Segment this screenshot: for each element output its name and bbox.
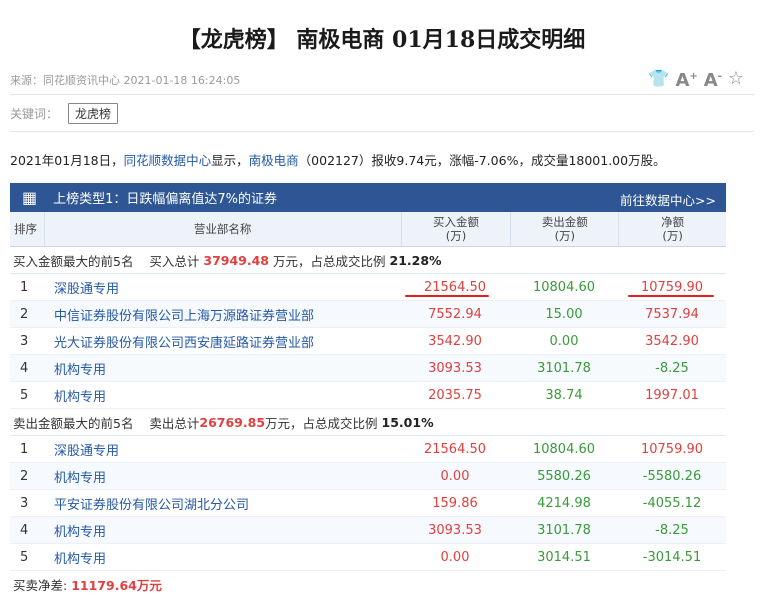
lhb-table: ▦ 上榜类型1：日跌幅偏离值达7%的证券 前往数据中心>> 排序 营业部名称 买… bbox=[10, 183, 726, 598]
sell-amount: 38.74 bbox=[545, 387, 583, 403]
net-amount: 3542.90 bbox=[645, 333, 699, 349]
rank-cell: 1 bbox=[20, 441, 29, 457]
net-amount: -8.25 bbox=[655, 522, 689, 538]
net-amount: -3014.51 bbox=[642, 549, 702, 565]
rank-cell: 4 bbox=[20, 522, 29, 538]
buy-amount: 159.86 bbox=[432, 495, 478, 511]
net-amount: -5580.26 bbox=[642, 468, 702, 484]
keywords-label: 关键词： bbox=[10, 107, 59, 121]
buy-amount: 3542.90 bbox=[428, 333, 482, 349]
net-difference: 买卖净差: 11179.64万元 bbox=[13, 578, 162, 593]
sell-amount: 3101.78 bbox=[537, 522, 591, 538]
buy-amount: 3093.53 bbox=[428, 360, 482, 376]
rank-cell: 5 bbox=[20, 549, 29, 565]
table-row: 2 中信证券股份有限公司上海万源路证券营业部 7552.94 15.00 7537.94 bbox=[10, 301, 726, 328]
table-row: 4 机构专用 3093.53 3101.78 -8.25 bbox=[10, 355, 726, 382]
keywords: 关键词： 龙虎榜 bbox=[10, 103, 119, 124]
keyword-tag[interactable]: 龙虎榜 bbox=[68, 103, 119, 124]
net-amount: 10759.90 bbox=[640, 279, 704, 295]
rank-cell: 4 bbox=[20, 360, 29, 376]
broker-link[interactable]: 平安证券股份有限公司湖北分公司 bbox=[40, 494, 400, 513]
sell-summary: 卖出金额最大的前5名 卖出总计 26769.85 万元，占总成交比例 15.01% bbox=[10, 409, 726, 436]
divider bbox=[10, 131, 754, 132]
buy-amount: 21564.50 bbox=[423, 441, 487, 457]
buy-amount: 3093.53 bbox=[428, 522, 482, 538]
rank-cell: 2 bbox=[20, 468, 29, 484]
broker-link[interactable]: 机构专用 bbox=[40, 386, 400, 405]
table-header-title: 上榜类型1：日跌幅偏离值达7%的证券 bbox=[53, 192, 278, 207]
data-center-link[interactable]: 同花顺数据中心 bbox=[124, 153, 212, 168]
data-center-more-link[interactable]: 前往数据中心>> bbox=[620, 190, 716, 209]
column-headers: 排序 营业部名称 买入金额 (万) 卖出金额 (万) 净额 (万) bbox=[10, 212, 726, 247]
table-row: 5 机构专用 2035.75 38.74 1997.01 bbox=[10, 382, 726, 409]
sell-amount: 15.00 bbox=[545, 306, 583, 322]
sell-rows: 1 深股通专用 21564.50 10804.60 10759.90 2 机构专用 0.00 5… bbox=[10, 436, 726, 571]
sell-amount: 3014.51 bbox=[537, 549, 591, 565]
rank-cell: 5 bbox=[20, 387, 29, 403]
col-rank: 排序 bbox=[14, 222, 37, 236]
col-buy: 买入金额 (万) bbox=[400, 212, 511, 246]
sell-amount: 5580.26 bbox=[537, 468, 591, 484]
article-title: 【龙虎榜】 南极电商 01月18日成交明细 bbox=[178, 27, 586, 53]
table-row: 1 深股通专用 21564.50 10804.60 10759.90 bbox=[10, 274, 726, 301]
broker-link[interactable]: 深股通专用 bbox=[40, 278, 400, 297]
table-row: 2 机构专用 0.00 5580.26 -5580.26 bbox=[10, 463, 726, 490]
net-amount: 10759.90 bbox=[640, 441, 704, 457]
broker-link[interactable]: 深股通专用 bbox=[40, 440, 400, 459]
rank-cell: 1 bbox=[20, 279, 29, 295]
table-row: 1 深股通专用 21564.50 10804.60 10759.90 bbox=[10, 436, 726, 463]
broker-link[interactable]: 机构专用 bbox=[40, 548, 400, 567]
broker-link[interactable]: 机构专用 bbox=[40, 359, 400, 378]
font-increase-icon[interactable]: A+ bbox=[675, 66, 697, 92]
font-decrease-icon[interactable]: A- bbox=[704, 66, 722, 92]
sell-amount: 10804.60 bbox=[532, 441, 596, 457]
article-description: 2021年01月18日，同花顺数据中心显示，南极电商（002127）报收9.74… bbox=[10, 153, 666, 168]
buy-amount: 0.00 bbox=[440, 549, 470, 565]
table-icon: ▦ bbox=[22, 187, 38, 207]
divider bbox=[10, 94, 754, 95]
broker-link[interactable]: 中信证券股份有限公司上海万源路证券营业部 bbox=[40, 305, 400, 324]
red-underline bbox=[405, 295, 489, 297]
broker-link[interactable]: 光大证券股份有限公司西安唐延路证券营业部 bbox=[40, 332, 400, 351]
net-amount: 7537.94 bbox=[645, 306, 699, 322]
red-underline bbox=[628, 295, 714, 297]
col-sell: 卖出金额 (万) bbox=[510, 212, 618, 246]
sell-amount: 4214.98 bbox=[537, 495, 591, 511]
buy-amount: 7552.94 bbox=[428, 306, 482, 322]
sell-amount: 0.00 bbox=[549, 333, 579, 349]
stock-link[interactable]: 南极电商 bbox=[249, 153, 299, 168]
table-header-bar: ▦ 上榜类型1：日跌幅偏离值达7%的证券 前往数据中心>> bbox=[10, 183, 726, 212]
buy-amount: 21564.50 bbox=[423, 279, 487, 295]
net-amount: 1997.01 bbox=[645, 387, 699, 403]
table-row: 3 光大证券股份有限公司西安唐延路证券营业部 3542.90 0.00 3542.90 bbox=[10, 328, 726, 355]
buy-amount: 0.00 bbox=[440, 468, 470, 484]
buy-rows: 1 深股通专用 21564.50 10804.60 10759.90 2 中信证券股份有限公… bbox=[10, 274, 726, 409]
rank-cell: 2 bbox=[20, 306, 29, 322]
buy-amount: 2035.75 bbox=[428, 387, 482, 403]
rank-cell: 3 bbox=[20, 333, 29, 349]
buy-summary: 买入金额最大的前5名 买入总计 37949.48 万元，占总成交比例 21.28… bbox=[10, 247, 726, 274]
table-row: 5 机构专用 0.00 3014.51 -3014.51 bbox=[10, 544, 726, 571]
net-amount: -8.25 bbox=[655, 360, 689, 376]
star-icon[interactable]: ☆ bbox=[728, 68, 744, 90]
article-source: 来源：同花顺资讯中心 2021-01-18 16:24:05 bbox=[10, 74, 241, 87]
rank-cell: 3 bbox=[20, 495, 29, 511]
net-amount: -4055.12 bbox=[642, 495, 702, 511]
broker-link[interactable]: 机构专用 bbox=[40, 467, 400, 486]
sell-amount: 3101.78 bbox=[537, 360, 591, 376]
toolbar: 👕 A+ A- ☆ bbox=[648, 66, 744, 92]
col-net: 净额 (万) bbox=[618, 212, 726, 246]
table-row: 4 机构专用 3093.53 3101.78 -8.25 bbox=[10, 517, 726, 544]
broker-link[interactable]: 机构专用 bbox=[40, 521, 400, 540]
col-name: 营业部名称 bbox=[43, 212, 401, 246]
table-row: 3 平安证券股份有限公司湖北分公司 159.86 4214.98 -4055.12 bbox=[10, 490, 726, 517]
shirt-icon[interactable]: 👕 bbox=[648, 68, 669, 90]
sell-amount: 10804.60 bbox=[532, 279, 596, 295]
